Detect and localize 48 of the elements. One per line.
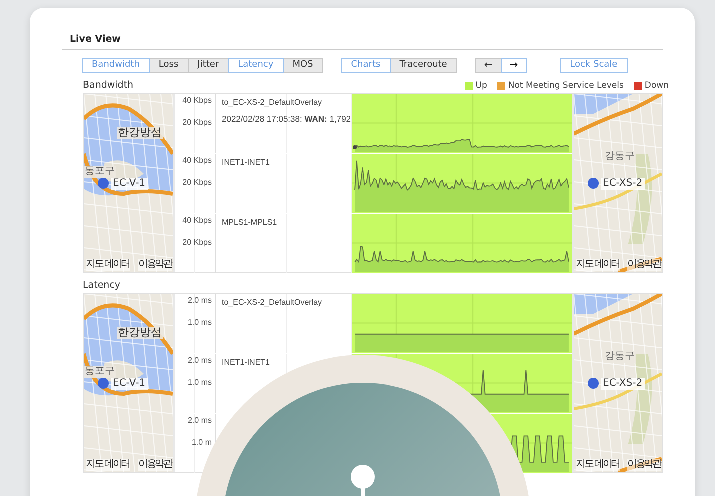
axis-tick-label: 1.0 m — [192, 438, 212, 448]
arrow-button[interactable]: → — [500, 58, 528, 73]
map-district-label: 동포구 — [84, 166, 116, 178]
series-label: MPLS1-MPLS1 — [222, 218, 278, 228]
map-attribution-link[interactable]: 지도 데이터 — [576, 259, 620, 271]
section-title: Bandwidth — [83, 80, 134, 91]
axis-tick-label: 2.0 ms — [188, 356, 212, 366]
data-point-readout: 2022/02/28 17:05:38: WAN: 1,792 — [222, 114, 351, 124]
axis-tick-label: 1.0 ms — [188, 378, 212, 388]
page-title: Live View — [62, 34, 663, 50]
map-district-label: 강동구 — [604, 351, 636, 363]
axis-tick-label: 40 Kbps — [182, 216, 212, 226]
metric-tab[interactable]: MOS — [282, 58, 324, 73]
legend-label: Down — [644, 81, 669, 91]
section-title: Latency — [83, 280, 121, 291]
axis-tick-label: 20 Kbps — [182, 118, 212, 128]
site-label: EC-V-1 — [111, 178, 148, 190]
map-terms-link[interactable]: 이용약관 — [627, 459, 661, 471]
axis-tick-label: 40 Kbps — [182, 156, 212, 166]
metric-tab[interactable]: Loss — [148, 58, 189, 73]
axis-tick-label: 1.0 ms — [188, 318, 212, 328]
map-terms-link[interactable]: 이용약관 — [138, 459, 172, 471]
axis-tick-label: 20 Kbps — [182, 238, 212, 248]
site-label: EC-V-1 — [111, 378, 148, 390]
map-district-label: 동포구 — [84, 366, 116, 378]
map-attribution-link[interactable]: 지도 데이터 — [576, 459, 620, 471]
series-label: to_EC-XS-2_DefaultOverlay — [222, 298, 324, 308]
axis-tick-label: 2.0 ms — [188, 296, 212, 306]
legend-label: Not Meeting Service Levels — [508, 81, 624, 91]
legend-label: Up — [476, 81, 488, 91]
series-label: INET1-INET1 — [222, 358, 272, 368]
arrow-button[interactable]: ← — [475, 58, 502, 73]
map-district-label: 강동구 — [604, 151, 636, 163]
view-tab[interactable]: Traceroute — [390, 58, 458, 73]
series-label: to_EC-XS-2_DefaultOverlay — [222, 98, 324, 108]
map-terms-link[interactable]: 이용약관 — [138, 259, 172, 271]
map-terms-link[interactable]: 이용약관 — [627, 259, 661, 271]
site-label: EC-XS-2 — [601, 378, 645, 390]
axis-tick-label: 40 Kbps — [182, 96, 212, 106]
site-label: EC-XS-2 — [601, 178, 645, 190]
map-attribution-link[interactable]: 지도 데이터 — [86, 459, 130, 471]
map-attribution-link[interactable]: 지도 데이터 — [86, 259, 130, 271]
axis-tick-label: 2.0 ms — [188, 416, 212, 426]
metric-tab[interactable]: Jitter — [188, 58, 230, 73]
axis-tick-label: 20 Kbps — [182, 178, 212, 188]
map-place-label: 한강방섬 — [117, 127, 163, 139]
map-place-label: 한강방섬 — [117, 327, 163, 339]
series-label: INET1-INET1 — [222, 158, 272, 168]
